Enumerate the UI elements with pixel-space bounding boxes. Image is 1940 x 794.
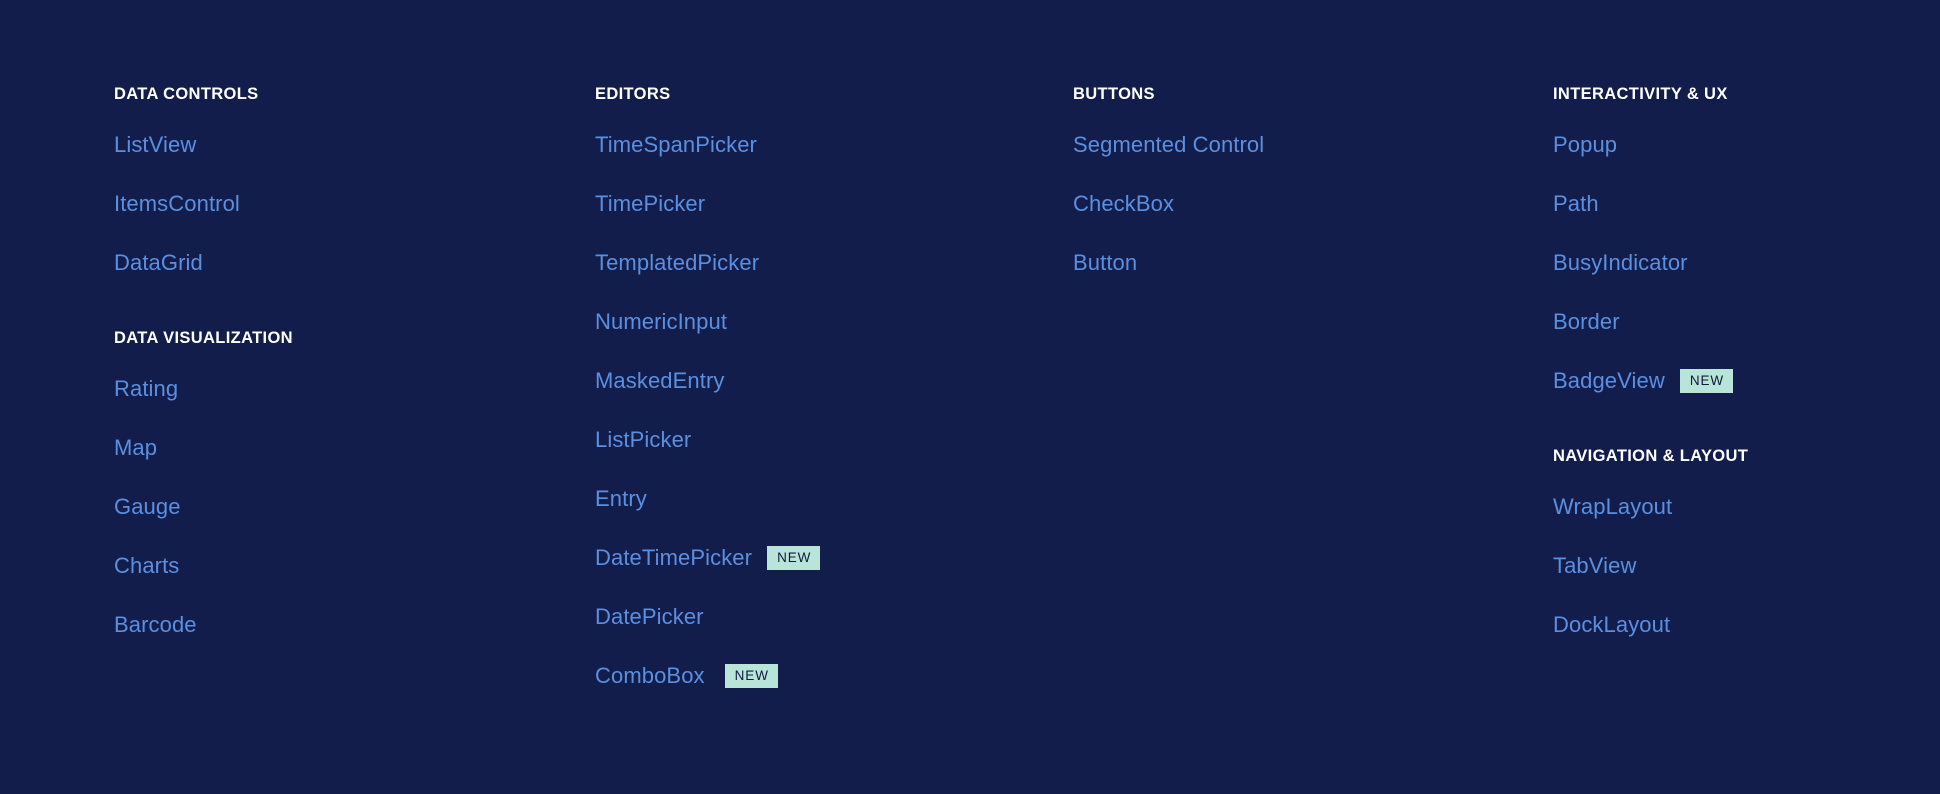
nav-link[interactable]: Rating <box>114 374 178 404</box>
nav-list-item: MaskedEntry <box>595 366 1073 396</box>
new-badge: NEW <box>724 664 778 688</box>
nav-column: INTERACTIVITY & UX Popup Path BusyIndicator… <box>1553 84 1914 640</box>
nav-link[interactable]: ItemsControl <box>114 189 240 219</box>
nav-group: NAVIGATION & LAYOUT WrapLayout TabView Dock… <box>1553 446 1914 640</box>
nav-list-item: Entry <box>595 484 1073 514</box>
nav-group-title: DATA CONTROLS <box>114 85 259 103</box>
nav-link[interactable]: WrapLayout <box>1553 492 1672 522</box>
nav-link[interactable]: TabView <box>1553 551 1636 581</box>
nav-list-item: BadgeView NEW <box>1553 366 1914 396</box>
nav-list-item: Button <box>1073 248 1553 278</box>
nav-link[interactable]: Button <box>1073 248 1137 278</box>
nav-list-item: ListView <box>114 130 595 160</box>
new-badge: NEW <box>767 546 821 570</box>
nav-list-item: TemplatedPicker <box>595 248 1073 278</box>
nav-link[interactable]: ListView <box>114 130 196 160</box>
nav-column: EDITORS TimeSpanPicker TimePicker Templated… <box>595 84 1073 691</box>
nav-link[interactable]: BadgeView <box>1553 366 1665 396</box>
nav-link[interactable]: DataGrid <box>114 248 203 278</box>
nav-group-title: DATA VISUALIZATION <box>114 329 293 347</box>
nav-list-item: Rating <box>114 374 595 404</box>
nav-link[interactable]: Charts <box>114 551 179 581</box>
nav-list-item: CheckBox <box>1073 189 1553 219</box>
nav-link[interactable]: Map <box>114 433 157 463</box>
nav-column: BUTTONS Segmented Control CheckBox Button <box>1073 84 1553 278</box>
nav-link[interactable]: DatePicker <box>595 602 704 632</box>
nav-link[interactable]: TemplatedPicker <box>595 248 759 278</box>
nav-link[interactable]: Border <box>1553 307 1620 337</box>
nav-list-item: DataGrid <box>114 248 595 278</box>
nav-group: DATA CONTROLS ListView ItemsControl DataGri… <box>114 84 595 278</box>
nav-link[interactable]: ListPicker <box>595 425 691 455</box>
nav-list-item: TabView <box>1553 551 1914 581</box>
nav-list-item: Border <box>1553 307 1914 337</box>
nav-link[interactable]: Segmented Control <box>1073 130 1264 160</box>
nav-list-item: WrapLayout <box>1553 492 1914 522</box>
nav-link[interactable]: Barcode <box>114 610 197 640</box>
nav-link[interactable]: TimeSpanPicker <box>595 130 757 160</box>
nav-link[interactable]: NumericInput <box>595 307 727 337</box>
nav-group-title: BUTTONS <box>1073 85 1155 103</box>
nav-list-item: Segmented Control <box>1073 130 1553 160</box>
nav-list-item: DockLayout <box>1553 610 1914 640</box>
nav-list-item: TimeSpanPicker <box>595 130 1073 160</box>
nav-group: BUTTONS Segmented Control CheckBox Button <box>1073 84 1553 278</box>
footer-navigation: DATA CONTROLS ListView ItemsControl DataGri… <box>0 0 1940 794</box>
nav-list: ListView ItemsControl DataGrid <box>114 130 595 278</box>
nav-link[interactable]: DateTimePicker <box>595 543 752 573</box>
nav-link[interactable]: Path <box>1553 189 1599 219</box>
nav-link[interactable]: Entry <box>595 484 647 514</box>
nav-group: INTERACTIVITY & UX Popup Path BusyIndicator… <box>1553 84 1914 396</box>
nav-list: Popup Path BusyIndicator Border BadgeView NEW <box>1553 130 1914 396</box>
nav-list-item: ListPicker <box>595 425 1073 455</box>
nav-group-title: INTERACTIVITY & UX <box>1553 85 1728 103</box>
nav-list-item: Path <box>1553 189 1914 219</box>
nav-list: Rating Map Gauge Charts Barcode <box>114 374 595 640</box>
nav-link[interactable]: TimePicker <box>595 189 705 219</box>
nav-group-title: EDITORS <box>595 85 671 103</box>
nav-link[interactable]: DockLayout <box>1553 610 1670 640</box>
nav-list-item: TimePicker <box>595 189 1073 219</box>
nav-list: WrapLayout TabView DockLayout <box>1553 492 1914 640</box>
nav-list-item: DateTimePicker NEW <box>595 543 1073 573</box>
nav-list-item: NumericInput <box>595 307 1073 337</box>
nav-link[interactable]: MaskedEntry <box>595 366 724 396</box>
nav-link[interactable]: ComboBox <box>595 661 705 691</box>
nav-link[interactable]: BusyIndicator <box>1553 248 1688 278</box>
nav-link[interactable]: Popup <box>1553 130 1617 160</box>
nav-list-item: Map <box>114 433 595 463</box>
nav-list-item: Barcode <box>114 610 595 640</box>
nav-columns: DATA CONTROLS ListView ItemsControl DataGri… <box>114 84 1914 691</box>
nav-list-item: DatePicker <box>595 602 1073 632</box>
nav-group-title: NAVIGATION & LAYOUT <box>1553 447 1749 465</box>
nav-link[interactable]: Gauge <box>114 492 181 522</box>
nav-list-item: Charts <box>114 551 595 581</box>
nav-list: Segmented Control CheckBox Button <box>1073 130 1553 278</box>
nav-list-item: Popup <box>1553 130 1914 160</box>
nav-list-item: ComboBox NEW <box>595 661 1073 691</box>
nav-list-item: ItemsControl <box>114 189 595 219</box>
nav-group: EDITORS TimeSpanPicker TimePicker Templated… <box>595 84 1073 691</box>
nav-list: TimeSpanPicker TimePicker TemplatedPicker N… <box>595 130 1073 691</box>
nav-list-item: BusyIndicator <box>1553 248 1914 278</box>
nav-column: DATA CONTROLS ListView ItemsControl DataGri… <box>114 84 595 640</box>
new-badge: NEW <box>1679 369 1734 393</box>
nav-link[interactable]: CheckBox <box>1073 189 1174 219</box>
nav-group: DATA VISUALIZATION Rating Map Gauge Charts Ba… <box>114 328 595 640</box>
nav-list-item: Gauge <box>114 492 595 522</box>
